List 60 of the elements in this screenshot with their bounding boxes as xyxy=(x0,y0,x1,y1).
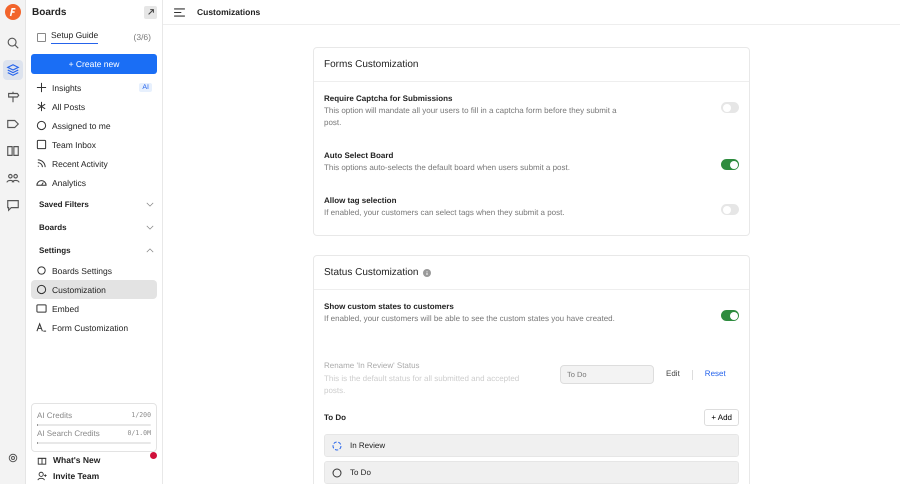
toggle-switch[interactable] xyxy=(721,204,739,215)
dashed-circle-icon xyxy=(332,440,342,450)
setting-title: Show custom states to customers xyxy=(324,302,455,311)
diagonal-arrow-icon xyxy=(146,8,154,16)
toggle-switch[interactable] xyxy=(721,310,739,321)
expand-button[interactable] xyxy=(144,6,157,18)
card-title: Status Customization xyxy=(324,267,418,278)
setting-description: If enabled, your customers can select tags when they submit a post. xyxy=(324,207,566,219)
create-new-button[interactable]: + Create new xyxy=(31,54,157,74)
field-label: Rename 'In Review' Status xyxy=(324,361,421,370)
person-add-icon xyxy=(37,471,47,481)
credit-label: AI Credits xyxy=(37,411,72,420)
sidebar-title: Boards xyxy=(32,6,66,18)
setting-description: This options auto-selects the default board when users submit a post. xyxy=(324,162,571,174)
inbox-icon xyxy=(36,139,47,150)
footer-link[interactable]: Invite Team xyxy=(31,468,157,484)
font-icon xyxy=(36,322,47,333)
footer-link[interactable]: What's New xyxy=(31,452,157,468)
nav-item[interactable]: All Posts xyxy=(31,97,157,116)
menu-icon[interactable] xyxy=(174,8,185,16)
window-icon xyxy=(36,303,47,314)
nav-item[interactable]: Form Customization xyxy=(31,318,157,337)
nav-item[interactable]: Team Inbox xyxy=(31,135,157,154)
setting-description: If enabled, your customers will be able to see the custom states you have created. xyxy=(324,313,616,325)
info-icon[interactable] xyxy=(422,268,430,276)
section-header[interactable]: Saved Filters xyxy=(31,194,157,215)
checkbox[interactable] xyxy=(37,32,46,42)
status-row[interactable]: To Do xyxy=(324,461,739,484)
nav-item[interactable]: Boards Settings xyxy=(31,261,157,280)
circle-icon xyxy=(332,468,342,478)
chevron-icon xyxy=(146,202,154,207)
setting-title: Require Captcha for Submissions xyxy=(324,94,454,103)
page-title: Customizations xyxy=(197,7,260,17)
credit-label: AI Search Credits xyxy=(37,429,100,438)
group-title: To Do xyxy=(324,413,346,422)
section-header[interactable]: Settings xyxy=(31,240,157,261)
asterisk-icon xyxy=(36,101,47,112)
nav-item[interactable]: Customization xyxy=(31,280,157,299)
setting-title: Allow tag selection xyxy=(324,196,398,205)
chevron-icon xyxy=(146,225,154,230)
setup-guide-link[interactable]: Setup Guide xyxy=(51,30,98,44)
gauge-icon xyxy=(36,177,47,188)
rss-icon xyxy=(36,158,47,169)
nav-item[interactable]: Embed xyxy=(31,299,157,318)
setting-description: This option will mandate all your users to fill in a captcha form before they submit a post. xyxy=(324,105,618,129)
nav-item[interactable]: Assigned to me xyxy=(31,116,157,135)
add-button[interactable]: + Add xyxy=(704,409,739,426)
nav-item[interactable]: Recent Activity xyxy=(31,154,157,173)
chevron-icon xyxy=(146,248,154,253)
card-title: Forms Customization xyxy=(324,59,418,70)
progress-count: (3/6) xyxy=(134,32,151,42)
setting-title: Auto Select Board xyxy=(324,151,394,160)
toggle-switch[interactable] xyxy=(721,159,739,170)
status-row[interactable]: In Review xyxy=(324,434,739,457)
nav-item[interactable]: Analytics xyxy=(31,173,157,192)
section-header[interactable]: Boards xyxy=(31,217,157,238)
settings-icon[interactable] xyxy=(6,452,18,464)
layers-icon[interactable] xyxy=(2,60,22,80)
logo-icon xyxy=(4,4,20,20)
toggle-switch[interactable] xyxy=(721,102,739,113)
